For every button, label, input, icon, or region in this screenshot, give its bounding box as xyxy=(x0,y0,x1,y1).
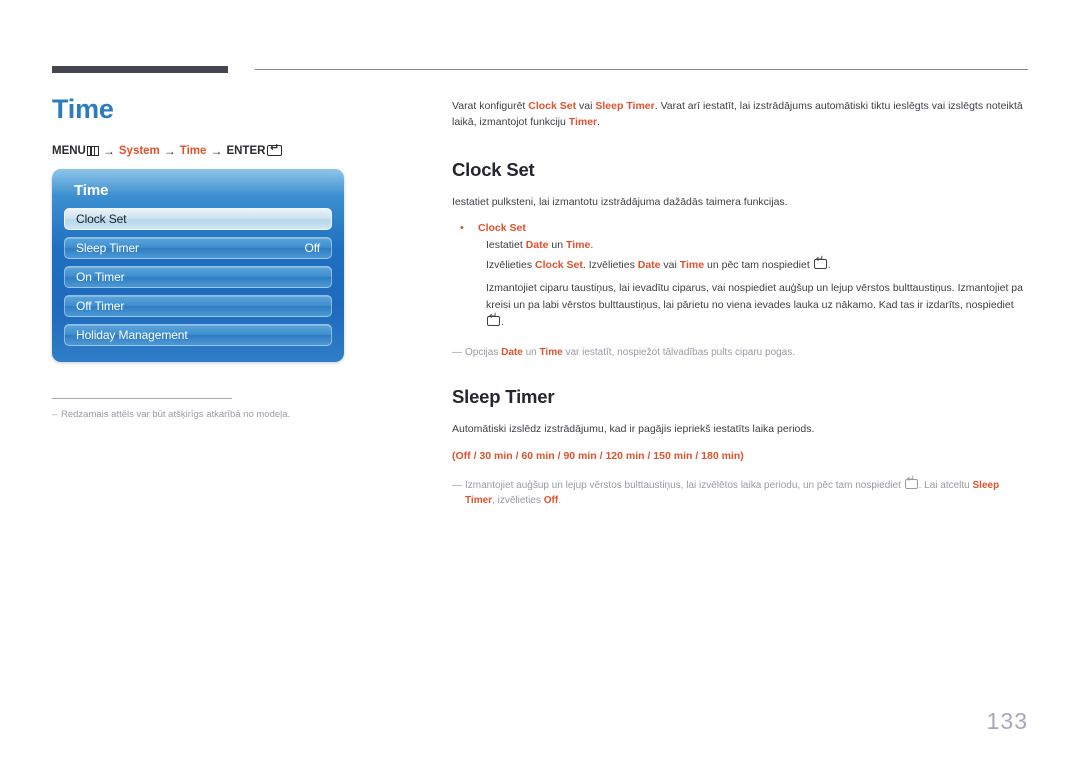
cs-term-date-2: Date xyxy=(637,258,661,271)
st-note-a: Izmantojiet auģšup un lejup vērstos bult… xyxy=(465,479,904,491)
clock-set-note-text: Opcijas Date un Time var iestatīt, nospi… xyxy=(465,345,795,361)
note-dash-icon: — xyxy=(452,479,462,491)
section-heading-clock-set: Clock Set xyxy=(452,158,535,180)
cs-l3-a: Izmantojiet ciparu taustiņus, lai ievadī… xyxy=(486,281,1023,311)
osd-menu-panel: Time Clock Set Sleep Timer Off On Timer … xyxy=(52,168,344,362)
clock-set-line-1: Iestatiet Date un Time. xyxy=(486,237,1028,254)
osd-item-label: On Timer xyxy=(76,269,125,284)
osd-item-sleep-timer[interactable]: Sleep Timer Off xyxy=(64,236,332,259)
header-rule-dark xyxy=(52,66,228,73)
intro-text-e: . xyxy=(597,116,601,129)
page-number: 133 xyxy=(986,708,1028,734)
intro-paragraph: Varat konfigurēt Clock Set vai Sleep Tim… xyxy=(452,98,1028,131)
header-rule-thin xyxy=(255,69,1028,70)
intro-term-timer: Timer xyxy=(568,116,598,129)
st-note-d: . xyxy=(558,495,561,507)
osd-item-off-timer[interactable]: Off Timer xyxy=(64,294,332,317)
cs-term-time-2: Time xyxy=(679,258,705,271)
cs-l1-d: . xyxy=(590,238,594,251)
sleep-timer-note: — Izmantojiet auģšup un lejup vērstos bu… xyxy=(452,475,1028,509)
cs-note-c: un xyxy=(522,346,540,358)
intro-term-sleep-timer: Sleep Timer xyxy=(595,100,655,112)
st-note-c: , izvēlieties xyxy=(492,495,544,507)
st-note-b: . Lai atceltu xyxy=(918,479,973,491)
cs-l2-f: . xyxy=(827,258,831,271)
footnote-dash: – xyxy=(52,409,58,420)
osd-item-label: Sleep Timer xyxy=(76,240,139,255)
osd-item-label: Clock Set xyxy=(76,211,127,226)
page-title: Time xyxy=(52,94,114,124)
intro-text-a: Varat konfigurēt xyxy=(452,100,529,112)
cs-term-clock-set: Clock Set xyxy=(535,258,583,271)
sleep-timer-note-text: Izmantojiet auģšup un lejup vērstos bult… xyxy=(465,475,1028,509)
menu-path-arrow-3: → xyxy=(210,143,223,158)
footnote-text: Redzamais attēls var būt atšķirīgs atkar… xyxy=(61,409,291,420)
clock-set-sub-text: Iestatiet Date un Time. Izvēlieties Cloc… xyxy=(486,237,1028,331)
st-term-off: Off xyxy=(543,495,559,507)
menu-path-item-time: Time xyxy=(179,144,207,157)
osd-title: Time xyxy=(74,181,109,199)
footnote-line: – Redzamais attēls var būt atšķirīgs atk… xyxy=(52,408,412,422)
osd-item-clock-set[interactable]: Clock Set xyxy=(64,207,332,230)
menu-path-enter-label: ENTER xyxy=(226,144,266,157)
osd-item-value: Off xyxy=(304,240,321,255)
clock-set-note: — Opcijas Date un Time var iestatīt, nos… xyxy=(452,345,1028,361)
cs-l2-c: . Izvēlieties xyxy=(582,258,638,271)
sleep-timer-intro: Automātiski izslēdz izstrādājumu, kad ir… xyxy=(452,423,815,436)
intro-text-c: vai xyxy=(576,100,596,112)
cs-l1-c: un xyxy=(548,238,566,251)
sleep-timer-options: (Off / 30 min / 60 min / 90 min / 120 mi… xyxy=(452,449,744,462)
clock-set-line-3: Izmantojiet ciparu taustiņus, lai ievadī… xyxy=(486,280,1028,331)
clock-set-bullet-row: • Clock Set xyxy=(452,220,1028,237)
intro-term-clock-set: Clock Set xyxy=(528,100,577,112)
cs-note-term-date: Date xyxy=(501,346,523,358)
left-column: Time MENU → System → Time → ENTER Time C… xyxy=(52,94,412,362)
menu-path-arrow-1: → xyxy=(102,143,115,158)
cs-term-date: Date xyxy=(525,238,549,251)
cs-l1-a: Iestatiet xyxy=(486,238,526,251)
osd-item-label: Off Timer xyxy=(76,298,125,313)
enter-key-icon xyxy=(904,475,918,489)
left-footnote: – Redzamais attēls var būt atšķirīgs atk… xyxy=(52,398,412,422)
clock-set-line-2: Izvēlieties Clock Set. Izvēlieties Date … xyxy=(486,255,1028,274)
clock-set-bullet-label: Clock Set xyxy=(478,221,526,234)
note-dash-icon: — xyxy=(452,346,462,358)
menu-path-breadcrumb: MENU → System → Time → ENTER xyxy=(52,142,412,158)
clock-set-intro: Iestatiet pulksteni, lai izmantotu izstr… xyxy=(452,195,788,208)
menu-grid-icon xyxy=(86,145,99,156)
osd-item-on-timer[interactable]: On Timer xyxy=(64,265,332,288)
osd-item-holiday-management[interactable]: Holiday Management xyxy=(64,323,332,346)
osd-item-label: Holiday Management xyxy=(76,327,188,342)
cs-l2-a: Izvēlieties xyxy=(486,258,536,271)
clock-set-bullet-block: • Clock Set Iestatiet Date un Time. Izvē… xyxy=(452,220,1028,331)
bullet-dot-icon: • xyxy=(460,221,464,234)
cs-note-d: var iestatīt, nospiežot tālvadības pults… xyxy=(562,346,796,358)
enter-key-icon xyxy=(813,255,827,269)
menu-path-arrow-2: → xyxy=(163,143,176,158)
menu-path-item-system: System xyxy=(118,144,160,157)
cs-l3-b: . xyxy=(501,315,504,328)
menu-path-menu-label: MENU xyxy=(52,144,86,157)
footnote-rule xyxy=(52,398,232,399)
section-heading-sleep-timer: Sleep Timer xyxy=(452,386,555,408)
cs-note-a: Opcijas xyxy=(465,346,502,358)
cs-note-term-time: Time xyxy=(539,346,563,358)
cs-l2-e: un pēc tam nospiediet xyxy=(704,258,813,271)
cs-term-time: Time xyxy=(565,238,591,251)
right-column: Varat konfigurēt Clock Set vai Sleep Tim… xyxy=(452,98,1028,509)
cs-l2-d: vai xyxy=(660,258,680,271)
enter-key-icon xyxy=(267,142,283,157)
enter-key-icon xyxy=(487,312,500,326)
